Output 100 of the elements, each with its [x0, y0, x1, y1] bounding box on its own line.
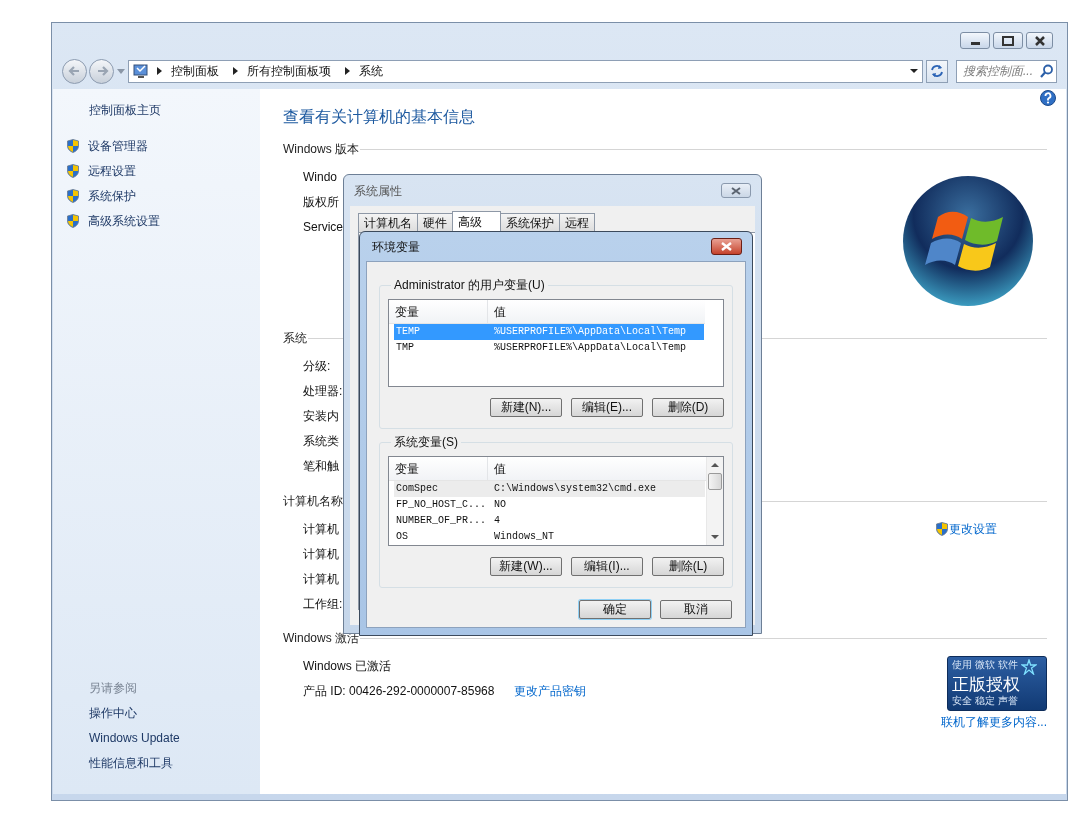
minimize-button[interactable] — [960, 32, 990, 49]
dropdown-caret-icon[interactable] — [910, 69, 918, 73]
section-heading: 系统 — [283, 330, 307, 347]
star-icon — [1020, 659, 1037, 675]
sidebar-link[interactable]: 操作中心 — [89, 701, 137, 726]
button[interactable]: 新建(N)... — [490, 398, 562, 417]
shield-icon — [67, 188, 79, 203]
maximize-button[interactable] — [993, 32, 1023, 49]
column-header[interactable]: 值 — [488, 457, 706, 480]
scrollbar[interactable] — [706, 457, 723, 545]
help-icon[interactable] — [1040, 90, 1056, 106]
info-label: 工作组: — [303, 595, 343, 613]
info-label: 笔和触 — [303, 457, 339, 475]
scrollbar-thumb[interactable] — [708, 473, 722, 490]
button[interactable]: 编辑(I)... — [571, 557, 643, 576]
group-title: 系统变量(S) — [393, 434, 459, 451]
info-label: Windo — [303, 168, 337, 186]
info-label: 计算机 — [303, 545, 339, 563]
list-row[interactable]: NUMBER_OF_PR... 4 — [394, 513, 705, 529]
info-label: 计算机 — [303, 520, 339, 538]
info-label: 系统类 — [303, 432, 339, 450]
info-label: 计算机 — [303, 570, 339, 588]
badge-text: 使用 微软 软件 — [952, 659, 1018, 671]
section-heading: 计算机名称 — [283, 493, 343, 510]
breadcrumb-arrow-icon[interactable] — [345, 67, 350, 75]
button[interactable]: 编辑(E)... — [571, 398, 643, 417]
button[interactable]: 删除(D) — [652, 398, 724, 417]
variable-value: 4 — [493, 514, 500, 528]
close-button[interactable] — [711, 238, 742, 255]
column-header[interactable]: 值 — [488, 300, 705, 323]
shield-icon — [936, 521, 948, 536]
info-label: Windows 已激活 — [303, 657, 391, 675]
search-field[interactable]: 搜索控制面... — [956, 59, 1057, 83]
variable-value: %USERPROFILE%\AppData\Local\Temp — [493, 325, 687, 339]
section-heading: Windows 版本 — [283, 141, 359, 158]
close-icon — [731, 186, 741, 195]
info-label: 分级: — [303, 357, 331, 375]
dialog-title: 环境变量 — [372, 238, 420, 256]
column-header[interactable]: 变量 — [389, 300, 488, 323]
list-row[interactable]: TMP %USERPROFILE%\AppData\Local\Temp — [394, 340, 704, 356]
refresh-button[interactable] — [926, 59, 948, 83]
search-placeholder: 搜索控制面... — [963, 63, 1034, 80]
variable-name: OS — [395, 530, 409, 544]
shield-icon — [67, 138, 79, 153]
column-header[interactable]: 变量 — [389, 457, 488, 480]
sidebar-link[interactable]: 性能信息和工具 — [89, 751, 173, 776]
breadcrumb[interactable]: 控制面板 — [171, 62, 219, 80]
badge-text: 安全 稳定 声誉 — [952, 695, 1019, 707]
address-bar[interactable]: 控制面板 所有控制面板项 系统 — [128, 59, 923, 83]
sidebar-link[interactable]: 设备管理器 — [88, 136, 148, 155]
computer-icon — [133, 63, 149, 79]
search-icon[interactable] — [1040, 64, 1053, 78]
shield-icon — [67, 163, 79, 178]
maximize-icon — [1002, 35, 1014, 46]
button[interactable]: 取消 — [660, 600, 732, 619]
sidebar-link[interactable]: Windows Update — [89, 726, 180, 751]
link[interactable]: 联机了解更多内容... — [941, 713, 1047, 731]
close-button[interactable] — [1026, 32, 1053, 49]
list-row[interactable]: OS Windows_NT — [394, 529, 705, 545]
variable-name: TEMP — [395, 325, 421, 339]
refresh-icon — [930, 64, 944, 78]
close-icon — [721, 242, 732, 251]
page-title: 查看有关计算机的基本信息 — [283, 107, 476, 127]
button[interactable]: 删除(L) — [652, 557, 724, 576]
variable-name: NUMBER_OF_PR... — [395, 514, 487, 528]
link[interactable]: 更改设置 — [949, 519, 997, 538]
tab[interactable]: 计算机名 — [358, 213, 418, 232]
close-button[interactable] — [721, 183, 751, 198]
link[interactable]: 更改产品密钥 — [514, 681, 587, 700]
dialog-title: 系统属性 — [354, 182, 402, 200]
breadcrumb[interactable]: 所有控制面板项 — [247, 62, 331, 80]
breadcrumb-arrow-icon[interactable] — [233, 67, 238, 75]
info-label: 产品 ID: 00426-292-0000007-85968 — [303, 682, 495, 700]
info-label: 版权所 — [303, 193, 339, 211]
group-title: Administrator 的用户变量(U) — [393, 277, 546, 294]
variable-name: TMP — [395, 341, 415, 355]
badge-title: 正版授权 — [952, 675, 1021, 695]
variable-value: %USERPROFILE%\AppData\Local\Temp — [493, 341, 687, 355]
list-row[interactable]: ComSpec C:\Windows\system32\cmd.exe — [394, 481, 705, 497]
back-arrow-icon — [67, 64, 82, 78]
sidebar-link[interactable]: 远程设置 — [88, 161, 136, 180]
variable-name: ComSpec — [395, 482, 439, 496]
info-label: 安装内 — [303, 407, 339, 425]
close-icon — [1034, 35, 1045, 46]
variable-name: FP_NO_HOST_C... — [395, 498, 487, 512]
info-label: 处理器: — [303, 382, 343, 400]
button[interactable]: 新建(W)... — [490, 557, 562, 576]
list-row[interactable]: FP_NO_HOST_C... NO — [394, 497, 705, 513]
variable-value: C:\Windows\system32\cmd.exe — [493, 482, 657, 496]
sidebar-link[interactable]: 高级系统设置 — [88, 211, 160, 230]
scroll-down-icon[interactable] — [711, 535, 719, 539]
scroll-up-icon[interactable] — [711, 463, 719, 467]
button[interactable]: 确定 — [579, 600, 651, 619]
info-label: Service — [303, 218, 343, 236]
section-label: 另请参阅 — [89, 680, 137, 697]
sidebar-link[interactable]: 系统保护 — [88, 186, 136, 205]
breadcrumb[interactable]: 系统 — [359, 62, 383, 80]
shield-icon — [67, 213, 79, 228]
sidebar-link[interactable]: 控制面板主页 — [89, 100, 161, 120]
breadcrumb-arrow-icon[interactable] — [157, 67, 162, 75]
